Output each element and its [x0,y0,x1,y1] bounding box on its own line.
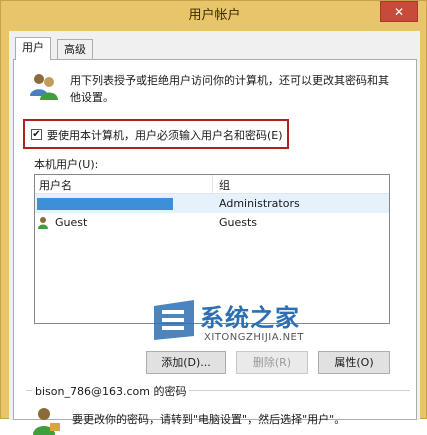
user-password-icon [33,408,60,435]
require-login-checkbox[interactable]: ✔ [31,129,42,140]
watermark-subtitle: XITONGZHIJIA.NET [204,332,304,343]
tab-panel-users: 用下列表授予或拒绝用户访问你的计算机，还可以更改其密码和其他设置。 ✔ 要使用本… [13,59,417,435]
row-group: Administrators [219,197,300,210]
column-username[interactable]: 用户名 [39,177,72,193]
tab-advanced[interactable]: 高级 [57,39,93,59]
properties-button[interactable]: 属性(O) [318,351,390,374]
add-user-button[interactable]: 添加(D)... [146,351,226,374]
dialog-client: 用户 高级 用下列表授予或拒绝用户访问你的计算机，还可以更改其密码和其他设置。 … [9,31,420,435]
delete-user-button[interactable]: 删除(R) [236,351,308,374]
watermark: 系统之家 XITONGZHIJIA.NET [150,296,360,356]
password-group-title: bison_786@163.com 的密码 [32,383,190,399]
table-row[interactable]: Administrators [35,194,389,213]
user-icon [38,217,48,229]
watermark-title: 系统之家 [200,304,300,332]
listview-header: 用户名 组 [35,175,389,194]
window-title: 用户帐户 [188,8,241,23]
local-users-label: 本机用户(U): [34,158,99,171]
password-help-text: 要更改你的密码，请转到"电脑设置"，然后选择"用户"。 [72,413,346,426]
require-login-label[interactable]: 要使用本计算机，用户必须输入用户名和密码(E) [47,127,283,143]
user-accounts-window: 用户帐户 ✕ 用户 高级 用下列表授予或拒绝用户访问你的计算机，还可以更改其密码… [0,0,427,435]
column-separator[interactable] [212,175,213,193]
users-icon [30,74,58,100]
redacted-username [37,198,173,210]
tab-users[interactable]: 用户 [15,37,51,60]
watermark-logo-icon [154,300,194,340]
row-username: Guest [55,216,88,229]
close-button[interactable]: ✕ [380,1,418,22]
row-group: Guests [219,216,258,229]
require-login-group: ✔ 要使用本计算机，用户必须输入用户名和密码(E) [23,119,289,149]
column-group[interactable]: 组 [219,177,230,193]
table-row[interactable]: Guest Guests [35,213,389,232]
password-group: bison_786@163.com 的密码 要更改你的密码，请转到"电脑设置"，… [26,383,410,435]
description-text: 用下列表授予或拒绝用户访问你的计算机，还可以更改其密码和其他设置。 [70,74,389,104]
